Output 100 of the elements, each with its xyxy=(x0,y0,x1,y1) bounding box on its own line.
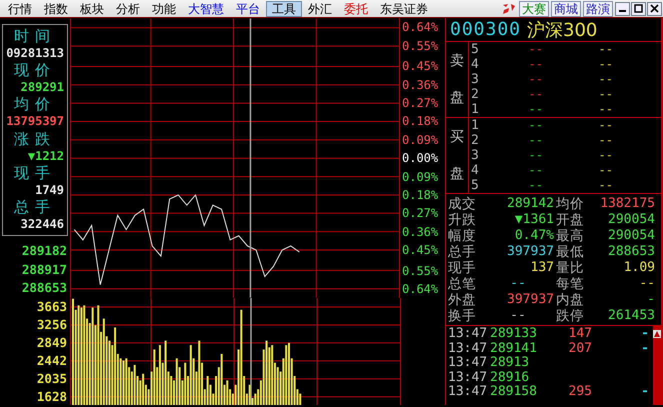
level-number: 3 xyxy=(470,148,480,163)
tick-volume: 295 xyxy=(568,385,592,400)
stat-value: 137 xyxy=(530,260,555,276)
level-number: 4 xyxy=(470,57,480,72)
maximize-button[interactable] xyxy=(631,2,646,16)
menu-item[interactable]: 行情 xyxy=(2,0,38,16)
stat-label: 最低 xyxy=(556,244,585,260)
scroll-up-icon[interactable] xyxy=(653,330,661,338)
menu-item[interactable]: 指数 xyxy=(38,0,74,16)
stat-value: 1382175 xyxy=(599,196,656,212)
volume-value: -- xyxy=(598,118,613,133)
tick-price: 289158 xyxy=(490,385,538,400)
info-value: ▼1212 xyxy=(26,148,64,164)
tick-time: 13:47 xyxy=(448,385,488,400)
toolbar-button[interactable]: 商城 xyxy=(551,0,581,16)
menu-item[interactable]: 工具 xyxy=(266,0,302,16)
logo-icon xyxy=(501,2,517,16)
level-number: 4 xyxy=(470,163,480,178)
price-value: -- xyxy=(528,102,543,117)
level-number: 5 xyxy=(470,178,480,193)
stat-label: 总笔 xyxy=(448,276,477,292)
volume-value: -- xyxy=(598,148,613,163)
stat-label: 开盘 xyxy=(556,212,585,228)
menu-item[interactable]: 功能 xyxy=(146,0,182,16)
percent-axis-label: 0.09% xyxy=(402,132,438,147)
side-label: 卖 xyxy=(450,52,464,69)
percent-axis-label: 0.36% xyxy=(402,224,438,239)
stat-value: 290054 xyxy=(607,212,656,228)
volume-value: -- xyxy=(598,102,613,117)
volume-value: -- xyxy=(598,87,613,102)
stat-label: 总手 xyxy=(448,244,477,260)
percent-axis-label: 0.45% xyxy=(402,243,438,258)
maximize-icon[interactable] xyxy=(634,4,643,13)
price-value: -- xyxy=(528,178,543,193)
price-value: -- xyxy=(528,87,543,102)
info-label: 现价 xyxy=(13,62,57,79)
tick-time: 13:47 xyxy=(448,342,488,356)
volume-value: -- xyxy=(598,163,613,178)
volume-value: -- xyxy=(598,42,613,57)
stat-label: 内盘 xyxy=(556,292,585,308)
price-value: -- xyxy=(528,72,543,87)
tick-price: 289141 xyxy=(490,342,538,356)
close-icon[interactable] xyxy=(650,4,659,13)
info-value: 09281313 xyxy=(6,46,64,61)
volume-value: -- xyxy=(598,57,613,72)
stock-name: 沪深300 xyxy=(527,18,598,42)
menu-item[interactable]: 平台 xyxy=(230,0,266,16)
menu-item[interactable]: 分析 xyxy=(110,0,146,16)
volume-axis-label: 1628 xyxy=(36,390,67,404)
tick-volume: 147 xyxy=(568,327,592,342)
percent-axis-label: 0.64% xyxy=(402,20,438,34)
toolbar-button[interactable]: 路演 xyxy=(583,0,613,16)
price-value: -- xyxy=(528,133,543,148)
minimize-button[interactable] xyxy=(615,2,630,16)
stat-label: 成交 xyxy=(448,196,477,212)
tick-price: 289133 xyxy=(490,327,538,342)
volume-axis-label: 2849 xyxy=(36,336,67,350)
price-value: -- xyxy=(528,163,543,178)
stat-label: 每笔 xyxy=(556,276,585,292)
info-label: 现手 xyxy=(13,164,57,182)
close-button[interactable] xyxy=(647,2,662,16)
volume-value: -- xyxy=(598,178,613,193)
level-number: 2 xyxy=(470,133,480,148)
stat-value: 261453 xyxy=(607,308,656,324)
toolbar-button[interactable]: 大赛 xyxy=(519,0,549,16)
stat-value: -- xyxy=(638,276,656,292)
info-label: 时间 xyxy=(13,28,57,45)
menu-item[interactable]: 东吴证券 xyxy=(374,0,434,16)
tick-price: 28913 xyxy=(490,356,530,371)
stat-label: 跌停 xyxy=(556,308,585,324)
menu-item[interactable]: 大智慧 xyxy=(182,0,230,16)
stat-value: 0.47% xyxy=(514,228,555,244)
stat-label: 现手 xyxy=(448,260,477,276)
volume-axis-label: 3663 xyxy=(36,300,67,314)
percent-axis-label: 0.18% xyxy=(402,188,438,202)
stat-value: 1.09 xyxy=(622,260,656,276)
info-label: 涨跌 xyxy=(13,130,57,148)
menu-item[interactable]: 板块 xyxy=(74,0,110,16)
stat-value: -- xyxy=(509,308,527,324)
info-value: 322446 xyxy=(20,217,64,232)
volume-axis-label: 2035 xyxy=(36,372,67,386)
stat-value: ▼1361 xyxy=(514,212,555,228)
menu-item[interactable]: 外汇 xyxy=(302,0,338,16)
tick-mark: - xyxy=(641,342,649,356)
level-number: 1 xyxy=(470,102,480,117)
stat-label: 均价 xyxy=(556,196,585,212)
stat-label: 量比 xyxy=(556,260,585,276)
stat-value: 397937 xyxy=(506,244,555,260)
scrollbar[interactable] xyxy=(653,326,661,405)
menu-item[interactable]: 委托 xyxy=(338,0,374,16)
info-value: 289291 xyxy=(20,80,64,96)
percent-axis-label: 0.09% xyxy=(402,170,438,184)
volume-axis-label: 2442 xyxy=(36,354,67,368)
percent-axis-label: 0.45% xyxy=(402,59,438,74)
volume-value: -- xyxy=(598,72,613,87)
price-axis-label: 288917 xyxy=(20,260,68,279)
volume-value: -- xyxy=(598,133,613,148)
side-label: 盘 xyxy=(450,90,464,106)
percent-axis-label: 0.00% xyxy=(402,151,438,166)
price-axis-label: 289182 xyxy=(20,242,68,260)
